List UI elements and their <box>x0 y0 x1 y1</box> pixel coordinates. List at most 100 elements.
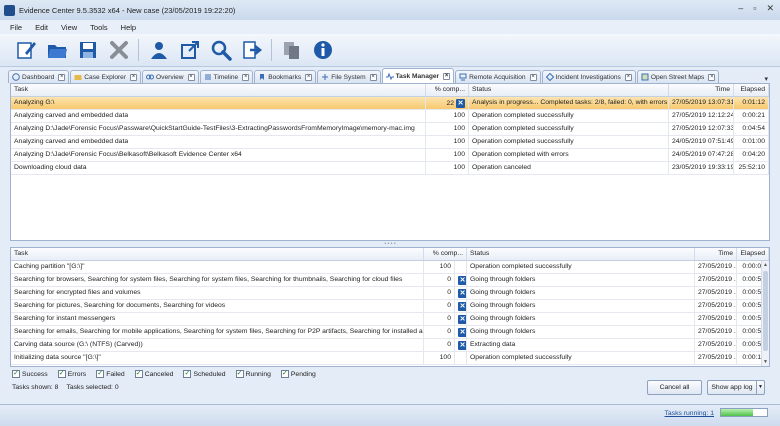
search-button[interactable] <box>209 39 232 62</box>
table-row[interactable]: Searching for instant messengers 0 ✕ Goi… <box>11 313 769 326</box>
new-case-button[interactable] <box>14 39 37 62</box>
minimize-button[interactable]: – <box>738 3 743 14</box>
tab-dashboard[interactable]: Dashboard × <box>8 70 70 83</box>
tab-close-button[interactable]: × <box>529 73 537 81</box>
tab-open-street-maps[interactable]: Open Street Maps × <box>636 70 720 83</box>
maximize-button[interactable]: ▫ <box>753 3 756 14</box>
table-row[interactable]: Carving data source (G:\ (NTFS) (Carved)… <box>11 339 769 352</box>
cancel-task-icon[interactable]: ✕ <box>458 276 466 285</box>
tab-close-button[interactable]: × <box>130 73 138 81</box>
table-row[interactable]: Analyzing carved and embedded data 100 O… <box>11 110 769 123</box>
tab-close-button[interactable]: × <box>58 73 66 81</box>
filter-success-checkbox[interactable]: ✓ Success <box>12 370 48 378</box>
tab-close-button[interactable]: × <box>369 73 377 81</box>
menu-tools[interactable]: Tools <box>90 23 108 32</box>
percent-cell: 0 <box>424 339 455 351</box>
elapsed-cell: 0:01:12 <box>734 97 769 109</box>
tab-close-button[interactable]: × <box>624 73 632 81</box>
subtasks-table: Task % comp... Status Time Elapsed Cachi… <box>10 247 770 367</box>
save-button[interactable] <box>76 39 99 62</box>
menu-view[interactable]: View <box>61 23 77 32</box>
tab-bookmarks[interactable]: Bookmarks × <box>254 70 317 83</box>
scrollbar-thumb[interactable] <box>763 271 768 351</box>
tab-incident-investigations[interactable]: Incident Investigations × <box>541 70 636 83</box>
status-cell: Analysis in progress... Completed tasks:… <box>469 97 669 109</box>
time-cell: 27/05/2019 ... <box>695 339 737 351</box>
percent-cell: 100 <box>424 352 455 364</box>
export-button[interactable] <box>178 39 201 62</box>
vertical-scrollbar[interactable]: ▲ ▼ <box>761 261 769 366</box>
tab-overview[interactable]: Overview × <box>142 70 199 83</box>
column-header-percent[interactable]: % comp... <box>426 84 469 96</box>
chevron-down-icon[interactable]: ▼ <box>756 381 764 394</box>
tab-remote-acquisition[interactable]: Remote Acquisition × <box>455 70 541 83</box>
tasks-running-link[interactable]: Tasks running: 1 <box>665 410 715 417</box>
tab-timeline[interactable]: Timeline × <box>199 70 254 83</box>
info-button[interactable] <box>311 39 334 62</box>
column-header-time[interactable]: Time <box>669 84 734 96</box>
menu-help[interactable]: Help <box>121 23 136 32</box>
scroll-up-icon[interactable]: ▲ <box>763 262 768 268</box>
column-header-percent[interactable]: % comp... <box>424 248 467 260</box>
column-header-status[interactable]: Status <box>469 84 669 96</box>
table-row[interactable]: Analyzing G:\ 22 ✕ Analysis in progress..… <box>11 97 769 110</box>
table-row[interactable]: Analyzing D:\Jade\Forensic Focus\Passwar… <box>11 123 769 136</box>
cancel-task-icon[interactable]: ✕ <box>456 98 465 108</box>
filter-running-checkbox[interactable]: ✓ Running <box>235 370 271 378</box>
checkmark-icon: ✓ <box>57 370 66 378</box>
table-row[interactable]: Downloading cloud data 100 Operation can… <box>11 162 769 175</box>
tab-list-dropdown[interactable]: ▾ <box>764 75 772 83</box>
column-header-time[interactable]: Time <box>695 248 737 260</box>
tab-close-button[interactable]: × <box>443 72 451 80</box>
task-cell: Analyzing G:\ <box>11 97 426 109</box>
table-row[interactable]: Analyzing D:\Jade\Forensic Focus\Belkaso… <box>11 149 769 162</box>
tab-file-system[interactable]: File System × <box>317 70 381 83</box>
close-case-button[interactable] <box>107 39 130 62</box>
column-header-elapsed[interactable]: Elapsed <box>734 84 769 96</box>
table-row[interactable]: Searching for pictures, Searching for do… <box>11 300 769 313</box>
column-header-task[interactable]: Task <box>11 84 426 96</box>
column-header-task[interactable]: Task <box>11 248 424 260</box>
table-row[interactable]: Searching for encrypted files and volume… <box>11 287 769 300</box>
filter-canceled-checkbox[interactable]: ✓ Canceled <box>134 370 173 378</box>
table-row[interactable]: Initializing data source "[G:\]" 100 Ope… <box>11 352 769 365</box>
menu-edit[interactable]: Edit <box>35 23 48 32</box>
tab-close-button[interactable]: × <box>242 73 250 81</box>
cancel-task-icon[interactable]: ✕ <box>458 302 466 311</box>
menu-bar: File Edit View Tools Help <box>0 20 780 34</box>
filter-pending-checkbox[interactable]: ✓ Pending <box>280 370 316 378</box>
filter-errors-checkbox[interactable]: ✓ Errors <box>57 370 86 378</box>
map-icon <box>641 73 649 81</box>
table-row[interactable]: Caching partition "[G:\]" 100 Operation … <box>11 261 769 274</box>
cancel-task-icon[interactable]: ✕ <box>458 315 466 324</box>
show-app-log-button[interactable]: Show app log ▼ <box>707 380 765 395</box>
elapsed-cell: 0:04:54 <box>734 123 769 135</box>
cancel-task-icon[interactable]: ✕ <box>458 289 466 298</box>
tab-close-button[interactable]: × <box>305 73 313 81</box>
menu-file[interactable]: File <box>10 23 22 32</box>
table-row[interactable]: Searching for browsers, Searching for sy… <box>11 274 769 287</box>
close-button[interactable]: ✕ <box>766 3 774 14</box>
cancel-all-button[interactable]: Cancel all <box>647 380 702 395</box>
tab-task-manager[interactable]: Task Manager × <box>381 68 455 83</box>
go-to-button[interactable] <box>240 39 263 62</box>
open-button[interactable] <box>45 39 68 62</box>
status-cell: Extracting data <box>467 339 695 351</box>
main-toolbar <box>0 34 780 67</box>
filter-scheduled-checkbox[interactable]: ✓ Scheduled <box>183 370 226 378</box>
cancel-task-icon[interactable]: ✕ <box>458 341 466 350</box>
time-cell: 23/05/2019 19:33:19 <box>669 162 734 174</box>
status-cell: Operation completed successfully <box>469 123 669 135</box>
tab-case-explorer[interactable]: Case Explorer × <box>70 70 142 83</box>
tab-close-button[interactable]: × <box>187 73 195 81</box>
scroll-down-icon[interactable]: ▼ <box>763 359 768 365</box>
column-header-status[interactable]: Status <box>467 248 695 260</box>
table-row[interactable]: Searching for emails, Searching for mobi… <box>11 326 769 339</box>
tab-close-button[interactable]: × <box>708 73 716 81</box>
add-data-source-button[interactable] <box>147 39 170 62</box>
cancel-task-icon[interactable]: ✕ <box>458 328 466 337</box>
filter-failed-checkbox[interactable]: ✓ Failed <box>96 370 125 378</box>
column-header-elapsed[interactable]: Elapsed <box>737 248 769 260</box>
copy-button[interactable] <box>280 39 303 62</box>
table-row[interactable]: Analyzing carved and embedded data 100 O… <box>11 136 769 149</box>
